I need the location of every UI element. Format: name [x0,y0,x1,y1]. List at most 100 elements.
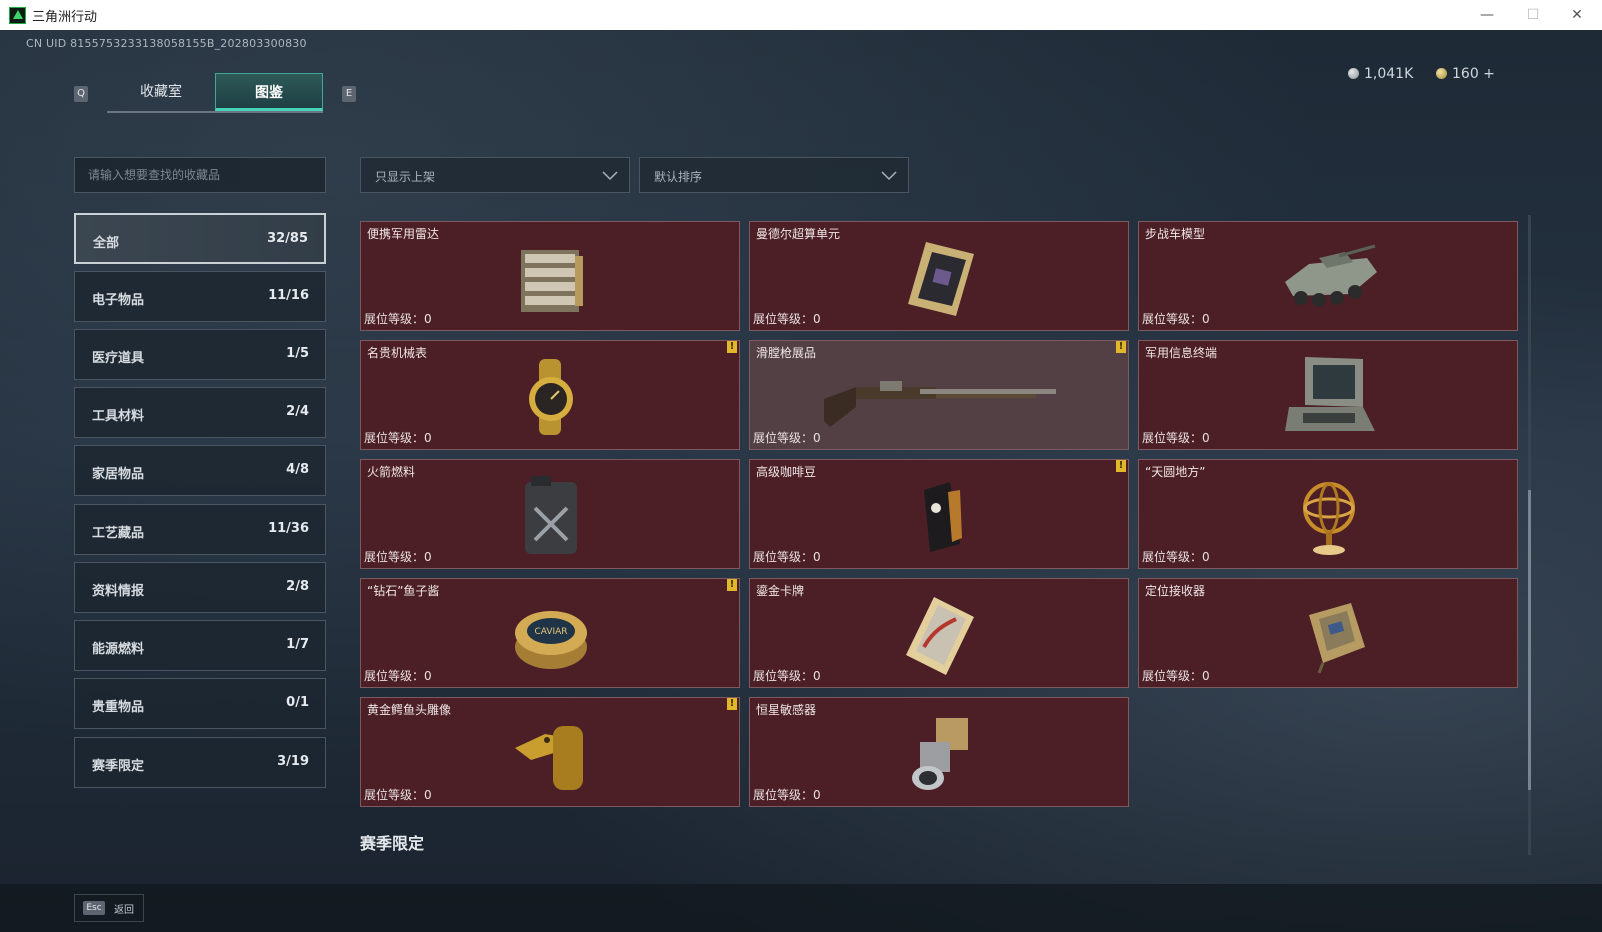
item-level: 展位等级：0 [753,669,821,683]
item-name: 滑膛枪展品 [756,346,817,360]
category-crafts[interactable]: 工艺藏品 11/36 [74,504,326,555]
item-card[interactable]: 曼德尔超算单元 展位等级：0 [749,221,1129,331]
category-label: 能源燃料 [92,642,145,657]
item-card[interactable]: 定位接收器 展位等级：0 [1138,578,1518,688]
terminal-icon [1285,357,1375,431]
category-all[interactable]: 全部 32/85 [74,213,326,264]
item-name: 黄金鳄鱼头雕像 [367,703,452,717]
category-season[interactable]: 赛季限定 3/19 [74,737,326,788]
item-name: 火箭燃料 [367,465,416,479]
item-card[interactable]: 黄金鳄鱼头雕像 ! 展位等级：0 [360,697,740,807]
chevron-down-icon [602,171,618,181]
search-input[interactable] [75,158,325,192]
window-title-bar: 三角洲行动 — ☐ ✕ [0,0,1602,30]
item-card[interactable]: “钻石”鱼子酱 ! CAVIAR 展位等级：0 [360,578,740,688]
availability-dropdown[interactable]: 只显示上架 [360,157,630,193]
item-name: 鎏金卡牌 [756,584,805,598]
item-level: 展位等级：0 [364,669,432,683]
game-screen: CN UID 8155753233138058155B_202803300830… [0,30,1602,932]
tab-collection-room[interactable]: 收藏室 [107,73,215,111]
app-logo-icon [9,7,26,24]
category-label: 全部 [93,236,120,251]
bottom-bar: Esc 返回 [0,884,1602,932]
back-label: 返回 [114,905,134,916]
item-level: 展位等级：0 [1142,312,1210,326]
ifv-model-icon [1285,244,1377,307]
category-medical[interactable]: 医疗道具 1/5 [74,329,326,380]
item-level: 展位等级：0 [1142,550,1210,564]
category-label: 医疗道具 [92,351,145,366]
item-card[interactable]: 军用信息终端 展位等级：0 [1138,340,1518,450]
silver-currency: 1,041K [1348,66,1413,82]
caviar-tin-icon: CAVIAR [515,611,587,669]
item-level: 展位等级：0 [753,431,821,445]
item-name: “天圆地方” [1145,465,1206,479]
fuel-can-icon [525,476,577,554]
category-count: 2/8 [286,579,309,594]
category-household[interactable]: 家居物品 4/8 [74,445,326,496]
minimize-button[interactable]: — [1470,3,1504,27]
scrollbar-thumb[interactable] [1528,490,1531,790]
silver-coin-icon [1348,68,1359,79]
category-count: 11/16 [268,288,309,303]
warning-icon: ! [1116,460,1126,472]
category-energy[interactable]: 能源燃料 1/7 [74,620,326,671]
category-label: 家居物品 [92,467,145,482]
item-level: 展位等级：0 [364,312,432,326]
key-hint-e: E [342,86,356,102]
item-level: 展位等级：0 [753,312,821,326]
category-label: 赛季限定 [92,759,145,774]
gold-currency[interactable]: 160 + [1436,66,1495,82]
search-box [74,157,326,193]
item-card[interactable]: 鎏金卡牌 展位等级：0 [749,578,1129,688]
category-count: 3/19 [277,754,309,769]
item-name: 便携军用雷达 [367,227,440,241]
category-label: 电子物品 [92,293,145,308]
category-count: 32/85 [267,231,308,246]
item-level: 展位等级：0 [1142,669,1210,683]
section-title-season: 赛季限定 [360,834,425,853]
category-electronics[interactable]: 电子物品 11/16 [74,271,326,322]
item-name: “钻石”鱼子酱 [367,584,440,598]
item-card[interactable]: 高级咖啡豆 ! 展位等级：0 [749,459,1129,569]
item-level: 展位等级：0 [1142,431,1210,445]
category-valuables[interactable]: 贵重物品 0/1 [74,678,326,729]
item-card[interactable]: 步战车模型 展位等级：0 [1138,221,1518,331]
gold-amount: 160 + [1452,66,1495,82]
musket-icon [824,381,1056,427]
item-card[interactable]: 滑膛枪展品 ! 展位等级：0 [749,340,1129,450]
silver-amount: 1,041K [1364,66,1414,82]
category-label: 工具材料 [92,409,145,424]
item-name: 恒星敏感器 [756,703,817,717]
warning-icon: ! [727,341,737,353]
maximize-button[interactable]: ☐ [1516,3,1550,27]
back-button[interactable]: Esc 返回 [74,894,144,922]
item-name: 名贵机械表 [367,346,428,360]
warning-icon: ! [727,579,737,591]
item-name: 曼德尔超算单元 [756,227,841,241]
item-card[interactable]: 名贵机械表 ! 展位等级：0 [360,340,740,450]
item-level: 展位等级：0 [364,550,432,564]
star-sensor-icon [912,718,968,790]
category-label: 贵重物品 [92,700,145,715]
availability-dropdown-label: 只显示上架 [375,170,436,184]
esc-key-hint: Esc [83,901,105,915]
receiver-icon [1309,603,1365,674]
warning-icon: ! [1116,341,1126,353]
close-button[interactable]: ✕ [1560,3,1594,27]
item-card[interactable]: 恒星敏感器 展位等级：0 [749,697,1129,807]
sort-dropdown[interactable]: 默认排序 [639,157,909,193]
item-card[interactable]: 火箭燃料 展位等级：0 [360,459,740,569]
coffee-bag-icon [924,482,962,552]
category-tools[interactable]: 工具材料 2/4 [74,387,326,438]
uid-label: CN UID 8155753233138058155B_202803300830 [26,37,307,50]
item-card[interactable]: 便携军用雷达 展位等级：0 [360,221,740,331]
category-count: 2/4 [286,404,309,419]
item-level: 展位等级：0 [364,431,432,445]
item-card[interactable]: “天圆地方” 展位等级：0 [1138,459,1518,569]
tab-catalog[interactable]: 图鉴 [215,73,323,111]
chevron-down-icon [881,171,897,181]
category-label: 资料情报 [92,584,145,599]
category-intel[interactable]: 资料情报 2/8 [74,562,326,613]
computer-unit-icon [908,242,974,316]
